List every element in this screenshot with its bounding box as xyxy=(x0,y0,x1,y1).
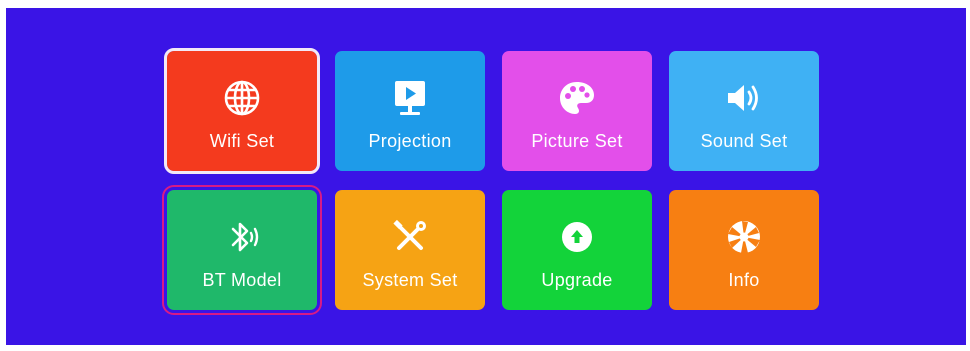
tile-system-set[interactable]: System Set xyxy=(335,190,485,310)
tile-label: Picture Set xyxy=(531,131,623,151)
aperture-icon xyxy=(722,215,766,259)
tile-sound-set[interactable]: Sound Set xyxy=(669,51,819,171)
tile-label: Projection xyxy=(368,131,452,151)
bluetooth-icon xyxy=(220,215,264,259)
tile-label: Info xyxy=(728,270,760,290)
tools-icon xyxy=(388,215,432,259)
tile-bt-model[interactable]: BT Model xyxy=(162,185,322,315)
tile-wifi-set[interactable]: Wifi Set xyxy=(164,48,320,174)
projector-menu-screen: Wifi Set Projection Picture Set Sound Se… xyxy=(6,8,966,345)
tile-label: System Set xyxy=(362,270,458,290)
tile-label: BT Model xyxy=(202,270,282,290)
tile-label: Sound Set xyxy=(700,131,788,151)
palette-icon xyxy=(555,76,599,120)
wifi-globe-icon xyxy=(220,76,264,120)
tile-picture-set[interactable]: Picture Set xyxy=(502,51,652,171)
tile-projection[interactable]: Projection xyxy=(335,51,485,171)
upgrade-icon xyxy=(555,215,599,259)
tile-info[interactable]: Info xyxy=(669,190,819,310)
projection-icon xyxy=(388,76,432,120)
tile-upgrade[interactable]: Upgrade xyxy=(502,190,652,310)
speaker-icon xyxy=(722,76,766,120)
tile-label: Wifi Set xyxy=(209,131,275,151)
tile-label: Upgrade xyxy=(541,270,613,290)
